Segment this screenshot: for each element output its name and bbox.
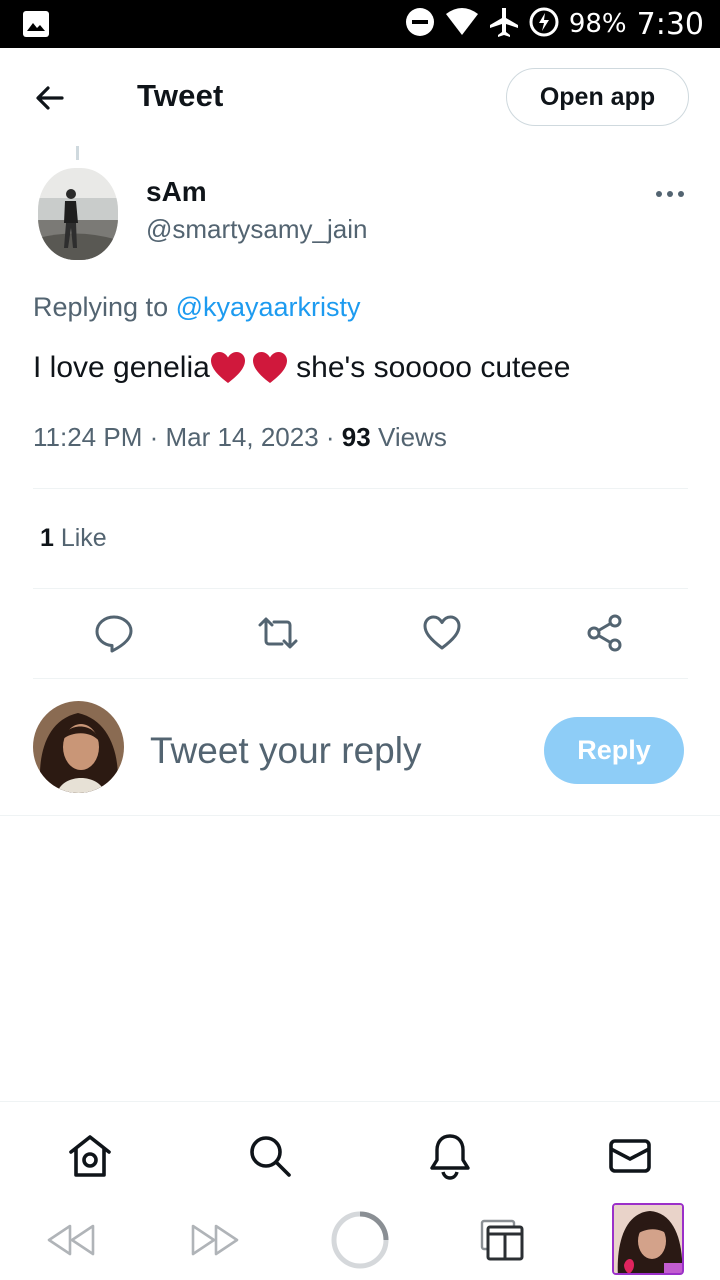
views-label: Views: [370, 422, 447, 452]
notifications-icon: [430, 1134, 470, 1180]
fast-forward-button[interactable]: [188, 1208, 242, 1272]
tweet-text-after: she's sooooo cuteee: [287, 351, 571, 384]
views-count: 93: [341, 422, 371, 452]
reply-action-button[interactable]: [89, 608, 139, 658]
author-handle[interactable]: @smartysamy_jain: [146, 214, 367, 245]
nav-notifications[interactable]: [426, 1132, 474, 1180]
tweet-actions: [0, 608, 720, 658]
divider: [0, 815, 720, 816]
rewind-button[interactable]: [44, 1208, 98, 1272]
reply-icon: [95, 615, 133, 653]
battery-charging-icon: [529, 7, 559, 42]
tweet-text-before: I love genelia: [33, 351, 210, 384]
arrow-left-icon: [36, 86, 64, 110]
browser-toolbar: [0, 1200, 720, 1280]
like-action-button[interactable]: [417, 608, 467, 658]
user-avatar[interactable]: [33, 701, 124, 793]
tabs-icon: [480, 1219, 524, 1261]
messages-icon: [609, 1139, 651, 1173]
home-icon: [69, 1135, 111, 1177]
likes-label: Like: [53, 524, 107, 552]
tweet-text: I love genelia she's sooooo cuteee: [33, 350, 570, 386]
bottom-nav: [0, 1101, 720, 1201]
loading-spinner-icon: [331, 1211, 389, 1269]
more-dot: [656, 191, 662, 197]
more-options-button[interactable]: [652, 184, 688, 204]
heart-emoji: [210, 350, 246, 386]
share-action-button[interactable]: [580, 608, 630, 658]
divider: [33, 678, 688, 679]
page-title: Tweet: [137, 78, 224, 113]
reply-input[interactable]: [150, 726, 520, 776]
back-button[interactable]: [30, 78, 70, 118]
replying-prefix: Replying to: [33, 292, 176, 322]
heart-emoji: [252, 350, 288, 386]
more-dot: [678, 191, 684, 197]
gallery-notification-icon: [22, 10, 50, 38]
wifi-icon: [445, 7, 479, 41]
likes-count: 1: [40, 524, 54, 552]
battery-percent: 98%: [568, 9, 627, 39]
thread-connector: [76, 146, 79, 160]
nav-messages[interactable]: [606, 1132, 654, 1180]
author-avatar[interactable]: [38, 168, 118, 260]
nav-search[interactable]: [246, 1132, 294, 1180]
reload-button[interactable]: [330, 1208, 390, 1272]
more-dot: [667, 191, 673, 197]
nav-home[interactable]: [66, 1132, 114, 1180]
retweet-icon: [258, 617, 298, 649]
replying-to-link[interactable]: @kyayaarkristy: [176, 292, 361, 322]
top-app-bar: Tweet Open app: [0, 48, 720, 144]
replying-to: Replying to @kyayaarkristy: [33, 292, 361, 323]
divider: [33, 588, 688, 589]
status-bar: 98% 7:30: [0, 0, 720, 48]
reply-submit-button[interactable]: Reply: [544, 717, 684, 784]
profile-thumbnail[interactable]: [612, 1203, 684, 1275]
tweet-meta: 11:24 PM · Mar 14, 2023 · 93 Views: [33, 422, 447, 452]
tweet-time[interactable]: 11:24 PM: [33, 422, 142, 452]
share-icon: [587, 614, 622, 652]
like-icon: [423, 615, 461, 650]
dnd-icon: [405, 7, 435, 42]
airplane-mode-icon: [489, 7, 519, 42]
rewind-icon: [47, 1224, 95, 1256]
search-icon: [250, 1136, 291, 1177]
divider: [33, 488, 688, 489]
clock: 7:30: [636, 6, 704, 42]
open-app-button[interactable]: Open app: [506, 68, 689, 126]
author-name[interactable]: sAm: [146, 176, 207, 208]
fast-forward-icon: [191, 1224, 239, 1256]
likes-link[interactable]: 1 Like: [40, 524, 107, 553]
tabs-button[interactable]: [478, 1208, 528, 1272]
tweet-date[interactable]: Mar 14, 2023: [165, 422, 318, 452]
retweet-action-button[interactable]: [253, 608, 303, 658]
